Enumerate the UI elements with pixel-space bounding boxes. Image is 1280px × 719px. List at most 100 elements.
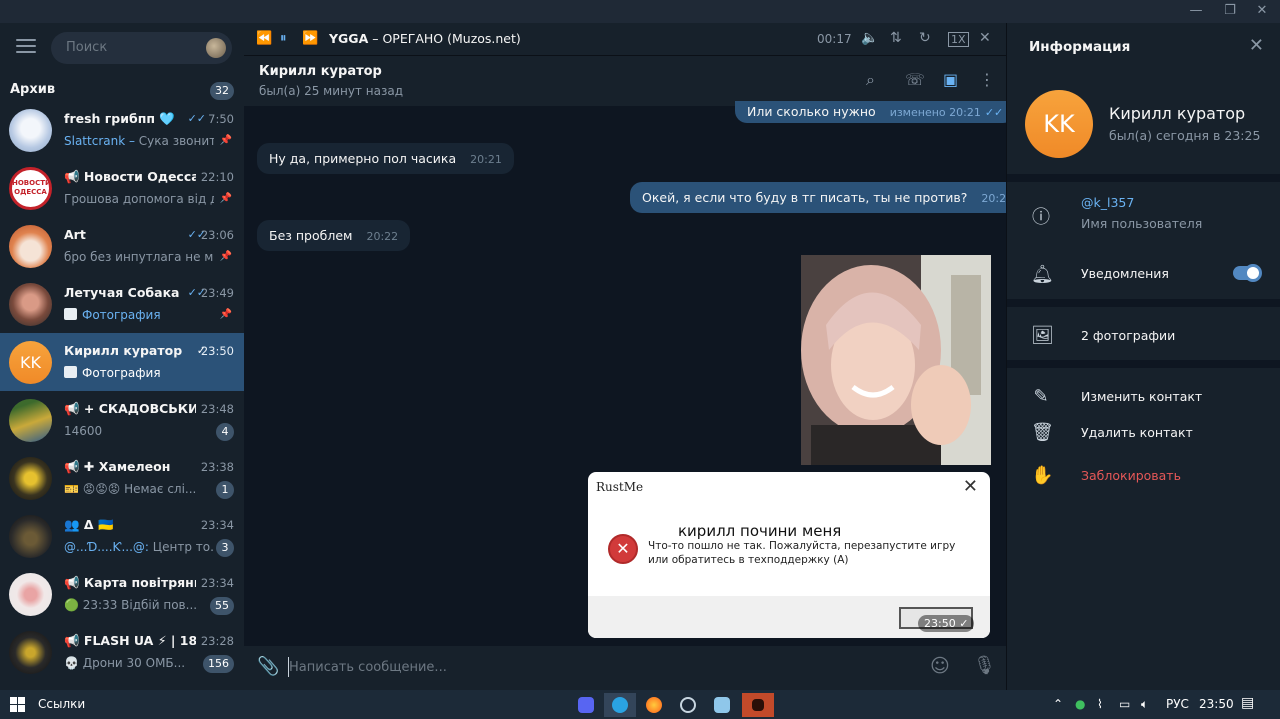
next-track-icon[interactable]: ⏩: [302, 31, 318, 46]
battery-icon[interactable]: ▭: [1119, 697, 1130, 711]
steam-icon[interactable]: [672, 693, 704, 717]
chat-title[interactable]: Кирилл куратор: [259, 64, 382, 79]
unread-badge: 156: [203, 655, 234, 673]
chevron-up-icon[interactable]: ⌃: [1053, 697, 1063, 711]
chat-time: 23:34: [200, 576, 234, 590]
chat-preview: @...Ɗ....Ƙ...@: Центр то...: [64, 540, 214, 554]
volume-icon[interactable]: 🔈: [861, 30, 878, 46]
previous-track-icon[interactable]: ⏪: [256, 31, 272, 46]
playlist-icon[interactable]: ↻: [919, 30, 931, 46]
message-in[interactable]: Ну да, примерно пол часика 20:21: [257, 143, 514, 174]
maximize-icon[interactable]: ❐: [1220, 3, 1240, 19]
search-icon[interactable]: ⌕: [866, 70, 875, 90]
chat-name: 📢 FLASH UA ⚡ | 18...: [64, 633, 196, 648]
chat-header[interactable]: Кирилл куратор был(а) 25 минут назад ⌕ ☏…: [244, 56, 1006, 106]
window-titlebar: — ❐ ✕: [0, 0, 1280, 23]
chat-item-odessa-news[interactable]: НОВОСТИОДЕССА 📢 Новости Одесса | ... 22:…: [0, 159, 244, 217]
delete-contact-button[interactable]: Удалить контакт: [1081, 425, 1193, 440]
username-value[interactable]: @k_l357: [1081, 195, 1134, 210]
chat-item-delta[interactable]: 👥 Δ 🇺🇦 23:34 @...Ɗ....Ƙ...@: Центр то...…: [0, 507, 244, 565]
chat-item-air-alert-map[interactable]: 📢 Карта повітряних... 23:34 🟢 23:33 Відб…: [0, 565, 244, 623]
clock[interactable]: 23:50: [1199, 697, 1234, 711]
volume-tray-icon[interactable]: 🔈︎: [1141, 697, 1148, 712]
archive-label[interactable]: Архив: [10, 82, 55, 97]
bell-icon: 🔔︎: [1031, 264, 1054, 285]
speed-button[interactable]: 1X: [948, 32, 969, 47]
close-icon[interactable]: ✕: [1249, 35, 1264, 56]
sync-icon[interactable]: ●: [1075, 697, 1085, 711]
pause-icon[interactable]: ⏸: [280, 31, 287, 46]
message-out[interactable]: Окей, я если что буду в тг писать, ты не…: [630, 182, 1048, 213]
notepad-icon[interactable]: [706, 693, 738, 717]
minimize-icon[interactable]: —: [1186, 3, 1206, 19]
close-player-icon[interactable]: ✕: [979, 30, 991, 46]
links-toolbar[interactable]: Ссылки: [38, 697, 85, 711]
attach-icon[interactable]: 📎: [257, 656, 279, 677]
rust-game-icon[interactable]: [742, 693, 774, 717]
message-in[interactable]: Без проблем 20:22: [257, 220, 411, 251]
photo-icon: [64, 366, 77, 378]
chat-item-skadovsky[interactable]: 📢 + СКАДОВСЬКИЙ ... 23:48 14600 4: [0, 391, 244, 449]
photo-icon: [64, 308, 77, 320]
chat-time: 23:49: [200, 286, 234, 300]
sidebar-toggle-icon[interactable]: ▣: [943, 70, 958, 89]
track-title[interactable]: YGGA – ОРЕГАНО (Muzos.net): [329, 31, 521, 46]
pin-icon: 📌: [219, 193, 232, 204]
chat-time: 23:06: [200, 228, 234, 242]
chat-name: 📢 ✚ Хамелеон: [64, 459, 171, 474]
divider: [1007, 299, 1280, 307]
chat-item-flash-ua[interactable]: 📢 FLASH UA ⚡ | 18... 23:28 💀 Дрони 30 ОМ…: [0, 623, 244, 681]
photo-message[interactable]: [801, 255, 991, 465]
screenshot-message[interactable]: RustMe ✕ ✕ кирилл почини меня Что-то пош…: [588, 472, 990, 638]
microphone-icon[interactable]: 🎙: [973, 655, 996, 676]
dialog-title: RustMe: [596, 480, 644, 494]
trash-icon: 🗑︎: [1031, 422, 1054, 443]
repeat-order-icon[interactable]: ⇅: [890, 30, 902, 46]
network-icon[interactable]: ⌇: [1097, 697, 1103, 711]
chat-time: 23:34: [200, 518, 234, 532]
chat-name: 📢 Новости Одесса | ...: [64, 169, 196, 184]
notifications-toggle[interactable]: [1233, 264, 1262, 282]
profile-name: Кирилл куратор: [1109, 104, 1246, 123]
avatar: [9, 457, 52, 500]
avatar: [9, 109, 52, 152]
message-input[interactable]: Написать сообщение...: [289, 660, 447, 675]
phone-icon[interactable]: ☏: [905, 70, 925, 89]
emoji-icon[interactable]: ☺: [930, 655, 950, 677]
chat-item-flying-dog[interactable]: Летучая Собака ✓✓ 23:49 Фотография 📌: [0, 275, 244, 333]
message-composer: 📎 Написать сообщение... ☺ 🎙: [244, 646, 1006, 690]
photos-link[interactable]: 2 фотографии: [1081, 328, 1175, 343]
windows-start-icon[interactable]: [10, 697, 25, 712]
avatar: НОВОСТИ ОДЕССА: [9, 167, 52, 210]
message-out[interactable]: Или сколько нужно изменено 20:21 ✓✓: [735, 101, 1016, 123]
discord-icon[interactable]: [570, 693, 602, 717]
chat-item-chameleon[interactable]: 📢 ✚ Хамелеон 23:38 🎫 😡😡😡 Немає слі... 1: [0, 449, 244, 507]
telegram-icon[interactable]: [604, 693, 636, 717]
unread-badge: 1: [216, 481, 234, 499]
avatar: [9, 399, 52, 442]
chat-item-kirill-curator[interactable]: KK Кирилл куратор ✓ 23:50 Фотография: [0, 333, 244, 391]
firefox-icon[interactable]: [638, 693, 670, 717]
image-icon: 🖼︎: [1031, 325, 1054, 346]
notification-center-icon[interactable]: ▤: [1241, 695, 1254, 711]
chat-time: 23:50: [200, 344, 234, 358]
menu-icon[interactable]: [16, 39, 36, 55]
info-panel: Информация ✕ KK Кирилл куратор был(а) се…: [1006, 23, 1280, 690]
chat-list-panel: Поиск Архив 32 fresh грибпп 🩵 ✓✓ 7:50 Sl…: [0, 23, 244, 690]
chat-preview: бро без инпутлага не м...: [64, 250, 214, 264]
edit-contact-button[interactable]: Изменить контакт: [1081, 389, 1202, 404]
search-input[interactable]: Поиск: [51, 32, 232, 64]
chat-item-fresh[interactable]: fresh грибпп 🩵 ✓✓ 7:50 Slattcrank – Сука…: [0, 101, 244, 159]
more-menu-icon[interactable]: ⋮: [979, 70, 995, 89]
chat-item-art[interactable]: Art ✓✓ 23:06 бро без инпутлага не м... 📌: [0, 217, 244, 275]
last-seen-status: был(а) 25 минут назад: [259, 84, 403, 98]
block-button[interactable]: Заблокировать: [1081, 468, 1181, 483]
chat-name: Летучая Собака: [64, 285, 180, 300]
story-avatar[interactable]: [206, 38, 226, 58]
language-indicator[interactable]: РУС: [1166, 697, 1189, 711]
profile-avatar[interactable]: KK: [1025, 90, 1093, 158]
pin-icon: 📌: [219, 135, 232, 146]
close-window-icon[interactable]: ✕: [1252, 3, 1272, 19]
chat-name: Art: [64, 227, 86, 242]
username-label: Имя пользователя: [1081, 216, 1203, 231]
